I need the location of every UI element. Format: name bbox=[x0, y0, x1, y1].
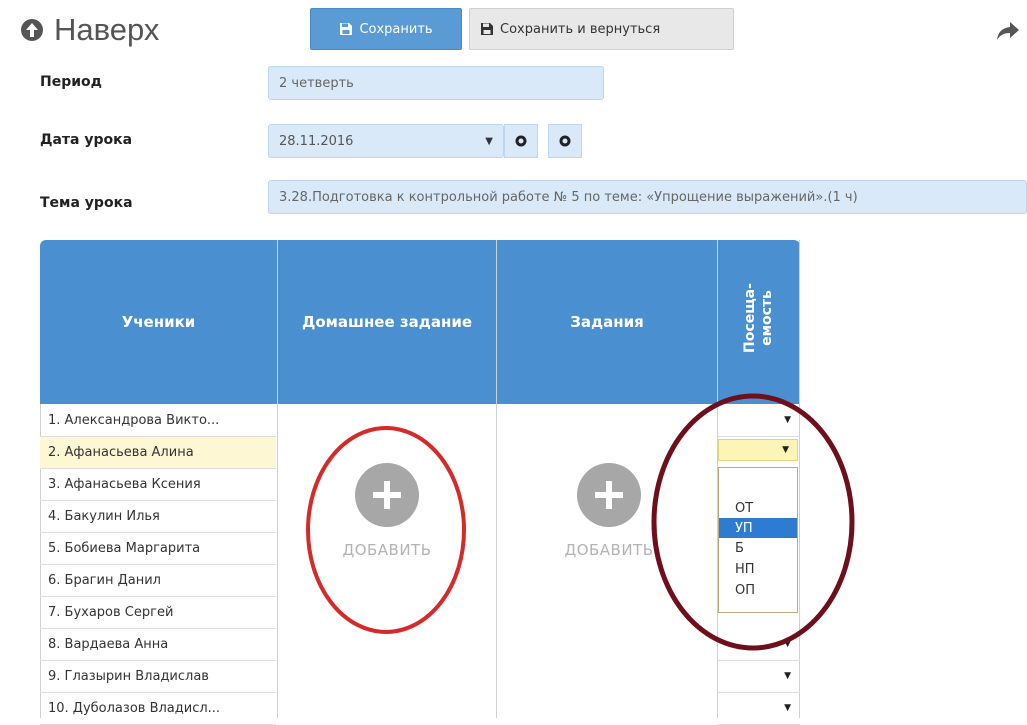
period-label: Период bbox=[40, 74, 102, 90]
top-toolbar: Наверх Сохранить Сохранить и вернуться bbox=[0, 0, 1027, 62]
student-row[interactable]: 3. Афанасьева Ксения bbox=[40, 469, 276, 501]
save-label: Сохранить bbox=[359, 21, 433, 37]
attendance-option[interactable]: НП bbox=[719, 559, 797, 579]
save-and-return-button[interactable]: Сохранить и вернуться bbox=[469, 8, 734, 50]
lesson-date-label: Дата урока bbox=[40, 132, 133, 148]
chevron-down-icon: ▼ bbox=[784, 703, 791, 713]
lesson-topic-field[interactable]: 3.28.Подготовка к контрольной работе № 5… bbox=[268, 180, 1027, 214]
header-students-label: Ученики bbox=[121, 313, 196, 331]
attendance-option[interactable]: ОП bbox=[719, 580, 797, 600]
attendance-select-open[interactable]: ▼ bbox=[718, 439, 798, 461]
lesson-topic-label: Тема урока bbox=[40, 195, 133, 211]
header-tasks-label: Задания bbox=[570, 313, 644, 331]
save-button[interactable]: Сохранить bbox=[310, 8, 462, 50]
period-field[interactable]: 2 четверть bbox=[268, 66, 604, 100]
circle-icon bbox=[515, 135, 527, 147]
next-date-button[interactable] bbox=[548, 124, 582, 158]
lesson-date-value: 28.11.2016 bbox=[279, 133, 354, 149]
tasks-add-clip: ДОБАВИТЬ bbox=[497, 460, 657, 580]
header-attendance: Посеща- емость bbox=[718, 240, 800, 404]
share-arrow-icon[interactable] bbox=[996, 20, 1020, 42]
student-row[interactable]: 1. Александрова Викто... bbox=[40, 405, 276, 437]
header-homework-label: Домашнее задание bbox=[301, 313, 473, 331]
attendance-select[interactable]: ▼ bbox=[718, 661, 800, 693]
attendance-option[interactable]: Б bbox=[719, 538, 797, 558]
lesson-date-select[interactable]: 28.11.2016 ▼ bbox=[268, 124, 504, 158]
add-homework-label: ДОБАВИТЬ bbox=[342, 541, 432, 559]
student-row[interactable]: 7. Бухаров Сергей bbox=[40, 597, 276, 629]
attendance-select[interactable]: ▼ bbox=[718, 629, 800, 661]
add-homework-button[interactable]: ДОБАВИТЬ bbox=[327, 463, 447, 559]
student-row[interactable]: 2. Афанасьева Алина bbox=[40, 437, 276, 469]
header-attendance-label: Посеща- емость bbox=[742, 283, 775, 353]
attendance-select[interactable]: ▼ bbox=[718, 405, 800, 437]
chevron-down-icon: ▼ bbox=[485, 135, 493, 147]
student-row[interactable]: 6. Брагин Данил bbox=[40, 565, 276, 597]
student-row[interactable]: 8. Вардаева Анна bbox=[40, 629, 276, 661]
arrow-up-circle-icon bbox=[21, 19, 43, 41]
student-row[interactable]: 4. Бакулин Илья bbox=[40, 501, 276, 533]
attendance-select[interactable]: ▼ bbox=[718, 693, 800, 725]
attendance-option-selected[interactable]: УП bbox=[719, 518, 797, 538]
back-to-top-link[interactable]: Наверх bbox=[20, 12, 159, 48]
column-divider bbox=[277, 240, 278, 718]
add-task-button[interactable]: ДОБАВИТЬ bbox=[549, 463, 657, 559]
header-homework: Домашнее задание bbox=[278, 240, 496, 404]
header-tasks: Задания bbox=[497, 240, 717, 404]
save-icon bbox=[481, 23, 493, 35]
prev-date-button[interactable] bbox=[504, 124, 538, 158]
add-task-label: ДОБАВИТЬ bbox=[564, 541, 654, 559]
student-row[interactable]: 9. Глазырин Владислав bbox=[40, 661, 276, 693]
attendance-option[interactable]: ОТ bbox=[719, 498, 797, 518]
chevron-down-icon: ▼ bbox=[784, 415, 791, 425]
back-label: Наверх bbox=[54, 12, 160, 47]
attendance-dropdown: ОТ УП Б НП ОП bbox=[718, 467, 798, 613]
save-icon bbox=[340, 23, 353, 35]
chevron-down-icon: ▼ bbox=[784, 671, 791, 681]
student-row[interactable]: 10. Дуболазов Владисл... bbox=[40, 693, 276, 725]
plus-circle-icon bbox=[577, 463, 641, 527]
chevron-down-icon: ▼ bbox=[782, 445, 789, 455]
header-students: Ученики bbox=[40, 240, 277, 404]
chevron-down-icon: ▼ bbox=[784, 639, 791, 649]
plus-circle-icon bbox=[355, 463, 419, 527]
student-row[interactable]: 5. Бобиева Маргарита bbox=[40, 533, 276, 565]
save-return-label: Сохранить и вернуться bbox=[500, 21, 661, 37]
circle-icon bbox=[559, 135, 571, 147]
